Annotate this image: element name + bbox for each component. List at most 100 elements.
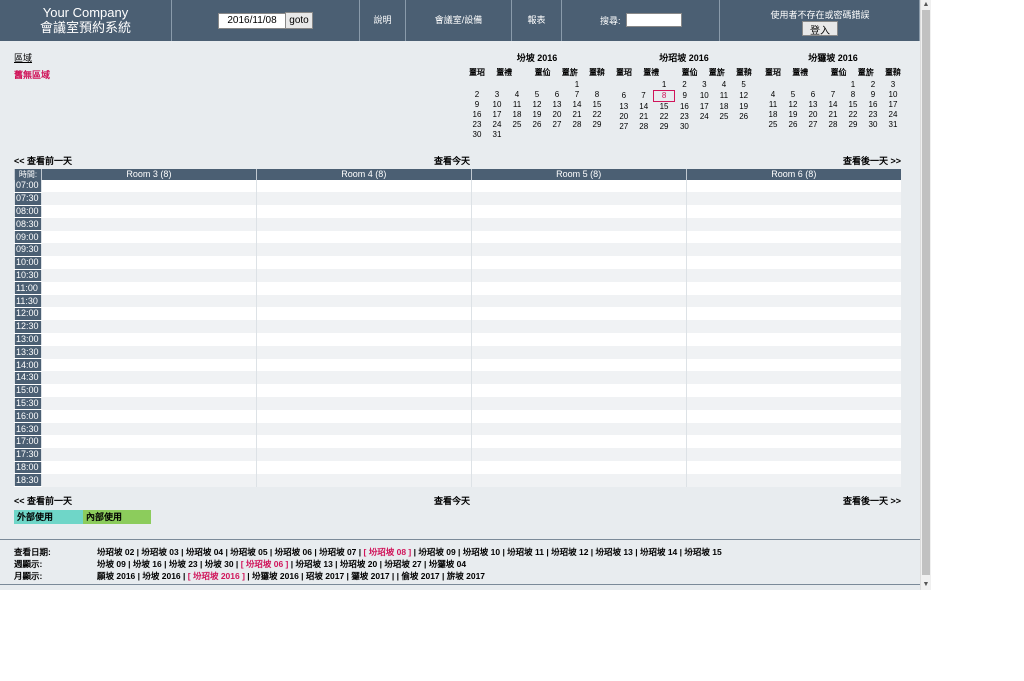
- booking-slot[interactable]: [685, 205, 901, 218]
- calendar-title[interactable]: 坋玿坡 2016: [614, 51, 754, 64]
- booking-slot[interactable]: [470, 192, 687, 206]
- calendar-day[interactable]: 6: [614, 91, 634, 102]
- calendar-day[interactable]: 10: [487, 100, 507, 110]
- booking-slot[interactable]: [470, 397, 687, 410]
- footer-weeks-after[interactable]: | 坋玿坡 13 | 坋玿坡 20 | 坋玿坡 27 | 坋玀坡 04: [291, 559, 466, 569]
- calendar-day[interactable]: 31: [883, 120, 903, 130]
- calendar-day[interactable]: 13: [614, 102, 634, 113]
- calendar-day[interactable]: 28: [567, 120, 587, 130]
- booking-slot[interactable]: [255, 473, 472, 487]
- booking-slot[interactable]: [685, 294, 901, 308]
- booking-slot[interactable]: [470, 371, 687, 385]
- booking-slot[interactable]: [685, 307, 901, 321]
- calendar-day[interactable]: 30: [863, 120, 883, 130]
- calendar-day[interactable]: 24: [695, 112, 715, 122]
- calendar-day[interactable]: 19: [734, 102, 754, 113]
- calendar-day[interactable]: 19: [783, 110, 803, 120]
- calendar-title[interactable]: 坋玀坡 2016: [763, 51, 903, 64]
- booking-slot[interactable]: [255, 217, 472, 231]
- calendar-day-today[interactable]: 8: [653, 90, 675, 102]
- calendar-day[interactable]: 27: [547, 120, 567, 130]
- calendar-day[interactable]: 9: [863, 90, 883, 100]
- booking-slot[interactable]: [41, 371, 257, 385]
- room-header[interactable]: Room 6 (8): [685, 169, 901, 180]
- footer-week-current[interactable]: [ 坋玿坡 06 ]: [241, 559, 289, 569]
- booking-slot[interactable]: [41, 217, 257, 231]
- calendar-day[interactable]: 7: [823, 90, 843, 100]
- vertical-scrollbar[interactable]: ▲ ▼: [920, 0, 931, 590]
- calendar-day[interactable]: 30: [674, 122, 694, 132]
- calendar-day[interactable]: 13: [547, 100, 567, 110]
- calendar-day[interactable]: 13: [803, 100, 823, 110]
- booking-slot[interactable]: [41, 269, 257, 282]
- booking-slot[interactable]: [685, 320, 901, 334]
- room-header[interactable]: Room 4 (8): [255, 169, 472, 180]
- calendar-day[interactable]: 25: [763, 120, 783, 130]
- calendar-day[interactable]: 26: [527, 120, 547, 130]
- booking-slot[interactable]: [685, 422, 901, 436]
- calendar-day[interactable]: 17: [695, 102, 715, 113]
- calendar-day[interactable]: 22: [587, 110, 607, 120]
- booking-slot[interactable]: [41, 473, 257, 487]
- booking-slot[interactable]: [41, 320, 257, 334]
- calendar-day[interactable]: 25: [507, 120, 527, 130]
- calendar-day[interactable]: 2: [863, 80, 883, 90]
- booking-slot[interactable]: [685, 409, 901, 423]
- booking-slot[interactable]: [470, 333, 687, 346]
- booking-slot[interactable]: [255, 461, 472, 474]
- calendar-day[interactable]: 14: [567, 100, 587, 110]
- booking-slot[interactable]: [470, 205, 687, 218]
- booking-slot[interactable]: [41, 307, 257, 321]
- footer-days-before[interactable]: 坋玿坡 02 | 坋玿坡 03 | 坋玿坡 04 | 坋玿坡 05 | 坋玿坡 …: [97, 547, 361, 557]
- booking-slot[interactable]: [470, 294, 687, 308]
- calendar-day[interactable]: 4: [763, 90, 783, 100]
- calendar-day[interactable]: 3: [883, 80, 903, 90]
- booking-slot[interactable]: [470, 473, 687, 487]
- footer-month-current[interactable]: [ 坋玿坡 2016 ]: [188, 571, 245, 581]
- booking-slot[interactable]: [255, 294, 472, 308]
- booking-slot[interactable]: [41, 422, 257, 436]
- booking-slot[interactable]: [255, 320, 472, 334]
- calendar-day[interactable]: 18: [714, 102, 734, 113]
- today-link[interactable]: 查看今天: [434, 494, 470, 507]
- booking-slot[interactable]: [685, 371, 901, 385]
- calendar-day[interactable]: 23: [674, 112, 694, 122]
- booking-slot[interactable]: [470, 180, 687, 193]
- booking-slot[interactable]: [685, 217, 901, 231]
- calendar-day[interactable]: 27: [803, 120, 823, 130]
- calendar-day[interactable]: 2: [674, 80, 694, 91]
- booking-slot[interactable]: [685, 243, 901, 257]
- booking-slot[interactable]: [685, 345, 901, 359]
- calendar-day[interactable]: 26: [734, 112, 754, 122]
- calendar-day[interactable]: 8: [843, 90, 863, 100]
- booking-slot[interactable]: [470, 435, 687, 449]
- calendar-day[interactable]: 16: [467, 110, 487, 120]
- booking-slot[interactable]: [685, 397, 901, 410]
- calendar-day[interactable]: 22: [654, 112, 675, 122]
- booking-slot[interactable]: [41, 435, 257, 449]
- calendar-day[interactable]: 10: [883, 90, 903, 100]
- calendar-day[interactable]: 14: [823, 100, 843, 110]
- calendar-day[interactable]: 21: [823, 110, 843, 120]
- booking-slot[interactable]: [41, 180, 257, 193]
- calendar-day[interactable]: 30: [467, 130, 487, 140]
- calendar-day[interactable]: 18: [507, 110, 527, 120]
- area-title[interactable]: 區域: [14, 51, 32, 64]
- calendar-day[interactable]: 4: [714, 80, 734, 91]
- calendar-day[interactable]: 9: [674, 91, 694, 102]
- booking-slot[interactable]: [41, 397, 257, 410]
- calendar-day[interactable]: 12: [734, 91, 754, 102]
- footer-day-current[interactable]: [ 坋玿坡 08 ]: [364, 547, 412, 557]
- booking-slot[interactable]: [41, 192, 257, 206]
- calendar-day[interactable]: 18: [763, 110, 783, 120]
- calendar-day[interactable]: 14: [634, 102, 654, 113]
- room-header[interactable]: Room 5 (8): [470, 169, 687, 180]
- booking-slot[interactable]: [470, 256, 687, 270]
- calendar-day[interactable]: 25: [714, 112, 734, 122]
- booking-slot[interactable]: [255, 371, 472, 385]
- next-day-link[interactable]: 查看後一天 >>: [843, 494, 901, 507]
- footer-days-after[interactable]: | 坋玿坡 09 | 坋玿坡 10 | 坋玿坡 11 | 坋玿坡 12 | 坋玿…: [414, 547, 722, 557]
- booking-slot[interactable]: [41, 205, 257, 218]
- booking-slot[interactable]: [470, 243, 687, 257]
- booking-slot[interactable]: [470, 422, 687, 436]
